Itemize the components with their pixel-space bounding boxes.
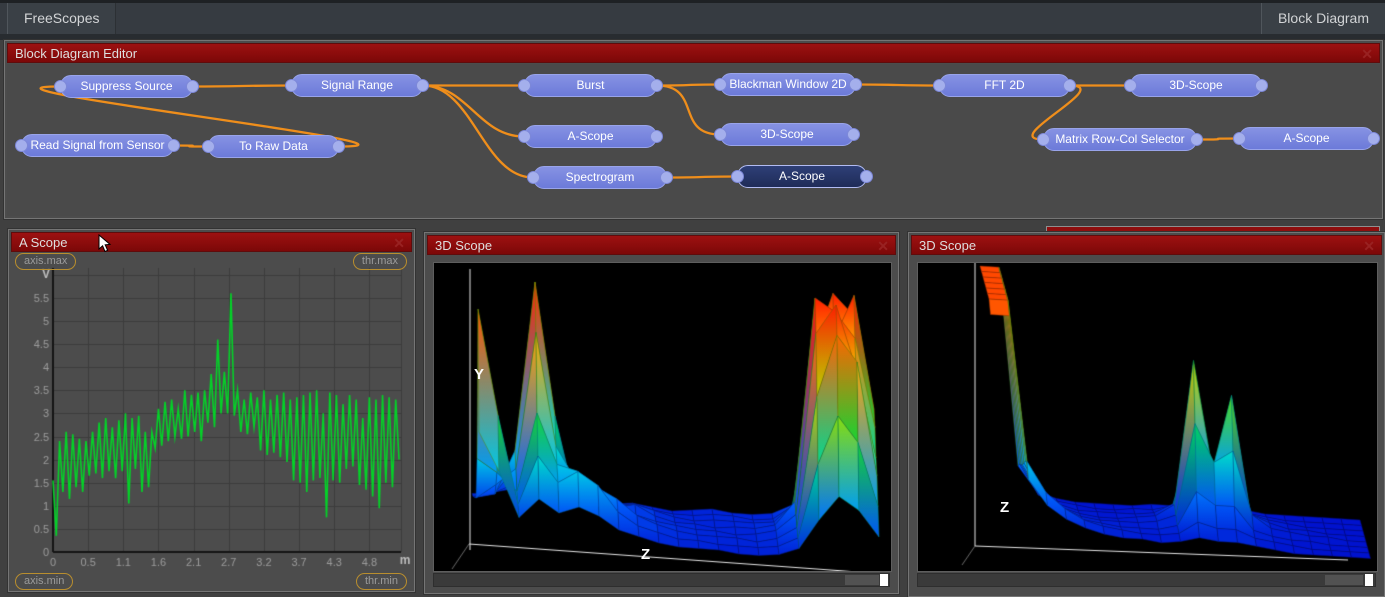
node-readsig[interactable]: Read Signal from Sensor	[21, 134, 174, 157]
input-port[interactable]	[933, 79, 946, 92]
output-port[interactable]	[660, 171, 673, 184]
node-suppress[interactable]: Suppress Source	[60, 75, 193, 98]
input-port[interactable]	[54, 80, 67, 93]
edge-wire	[193, 86, 291, 87]
z-axis-label: Z	[1000, 499, 1009, 516]
input-port[interactable]	[527, 171, 540, 184]
output-port[interactable]	[1367, 132, 1380, 145]
node-spectro[interactable]: Spectrogram	[533, 166, 667, 189]
thr-max-button[interactable]: thr.max	[353, 253, 407, 270]
output-port[interactable]	[1190, 133, 1203, 146]
scope3d-right-window: 3D Scope ✕ Z	[908, 232, 1385, 597]
scope3d-mid-title: 3D Scope	[435, 238, 492, 253]
mouse-cursor	[98, 234, 112, 253]
node-fft2d[interactable]: FFT 2D	[939, 74, 1070, 97]
a-scope-plot[interactable]	[9, 230, 414, 591]
output-port[interactable]	[860, 170, 873, 183]
scope3d-mid-close-icon[interactable]: ✕	[877, 237, 889, 255]
scope3d-mid-plot[interactable]: Y Z	[433, 262, 892, 572]
top-menu-bar: FreeScopes Block Diagram	[0, 3, 1385, 40]
input-port[interactable]	[714, 78, 727, 91]
node-ascoper[interactable]: A-Scope	[1239, 127, 1374, 150]
output-port[interactable]	[1063, 79, 1076, 92]
editor-titlebar[interactable]: Block Diagram Editor ✕	[7, 43, 1380, 63]
output-port[interactable]	[416, 79, 429, 92]
input-port[interactable]	[1037, 133, 1050, 146]
scope3d-right-title: 3D Scope	[919, 238, 976, 253]
output-port[interactable]	[186, 80, 199, 93]
tab-block-diagram[interactable]: Block Diagram	[1261, 3, 1385, 34]
input-port[interactable]	[518, 79, 531, 92]
thr-min-button[interactable]: thr.min	[356, 573, 407, 590]
output-port[interactable]	[332, 140, 345, 153]
output-port[interactable]	[1255, 79, 1268, 92]
input-port[interactable]	[731, 170, 744, 183]
scope3d-mid-scrollbar[interactable]	[433, 573, 890, 587]
input-port[interactable]	[202, 140, 215, 153]
scope3d-right-close-icon[interactable]: ✕	[1363, 237, 1375, 255]
scope3d-right-plot[interactable]: Z	[917, 262, 1378, 572]
edge-wire	[657, 86, 720, 135]
output-port[interactable]	[849, 78, 862, 91]
axis-max-button[interactable]: axis.max	[15, 253, 76, 270]
scope3d-right-scrollbar[interactable]	[917, 573, 1376, 587]
input-port[interactable]	[1124, 79, 1137, 92]
node-scope3db[interactable]: 3D-Scope	[1130, 74, 1262, 97]
block-diagram-editor-window: Block Diagram Editor ✕ Suppress Source Si…	[4, 40, 1383, 219]
a-scope-window: A Scope ✕ axis.max thr.max axis.min thr.…	[8, 229, 415, 592]
node-graph-canvas[interactable]: Suppress Source Signal Range Read Signal f…	[7, 64, 1380, 216]
output-port[interactable]	[167, 139, 180, 152]
editor-close-icon[interactable]: ✕	[1361, 45, 1373, 63]
input-port[interactable]	[518, 130, 531, 143]
scope3d-right-titlebar[interactable]: 3D Scope ✕	[911, 235, 1382, 255]
z-axis-label: Z	[641, 546, 650, 563]
y-axis-label: Y	[474, 366, 484, 383]
output-port[interactable]	[650, 79, 663, 92]
input-port[interactable]	[714, 128, 727, 141]
node-scope3da[interactable]: 3D-Scope	[720, 123, 854, 146]
node-toraw[interactable]: To Raw Data	[208, 135, 339, 158]
edge-wire	[423, 86, 524, 137]
edge-wire	[423, 86, 533, 178]
input-port[interactable]	[285, 79, 298, 92]
edge-wire	[856, 85, 939, 86]
output-port[interactable]	[650, 130, 663, 143]
axis-min-button[interactable]: axis.min	[15, 573, 73, 590]
tab-freescopes[interactable]: FreeScopes	[7, 3, 116, 34]
node-ascopesel[interactable]: A-Scope	[737, 165, 867, 188]
node-blackman[interactable]: Blackman Window 2D	[720, 73, 856, 96]
edge-wire	[667, 177, 737, 178]
scope3d-mid-titlebar[interactable]: 3D Scope ✕	[427, 235, 896, 255]
node-ascope1[interactable]: A-Scope	[524, 125, 657, 148]
scope3d-mid-window: 3D Scope ✕ Y Z	[424, 232, 899, 594]
editor-title: Block Diagram Editor	[15, 46, 137, 61]
node-sigrange[interactable]: Signal Range	[291, 74, 423, 97]
input-port[interactable]	[1233, 132, 1246, 145]
input-port[interactable]	[15, 139, 28, 152]
node-burst[interactable]: Burst	[524, 74, 657, 97]
node-matrixsel[interactable]: Matrix Row-Col Selector	[1043, 128, 1197, 151]
output-port[interactable]	[847, 128, 860, 141]
